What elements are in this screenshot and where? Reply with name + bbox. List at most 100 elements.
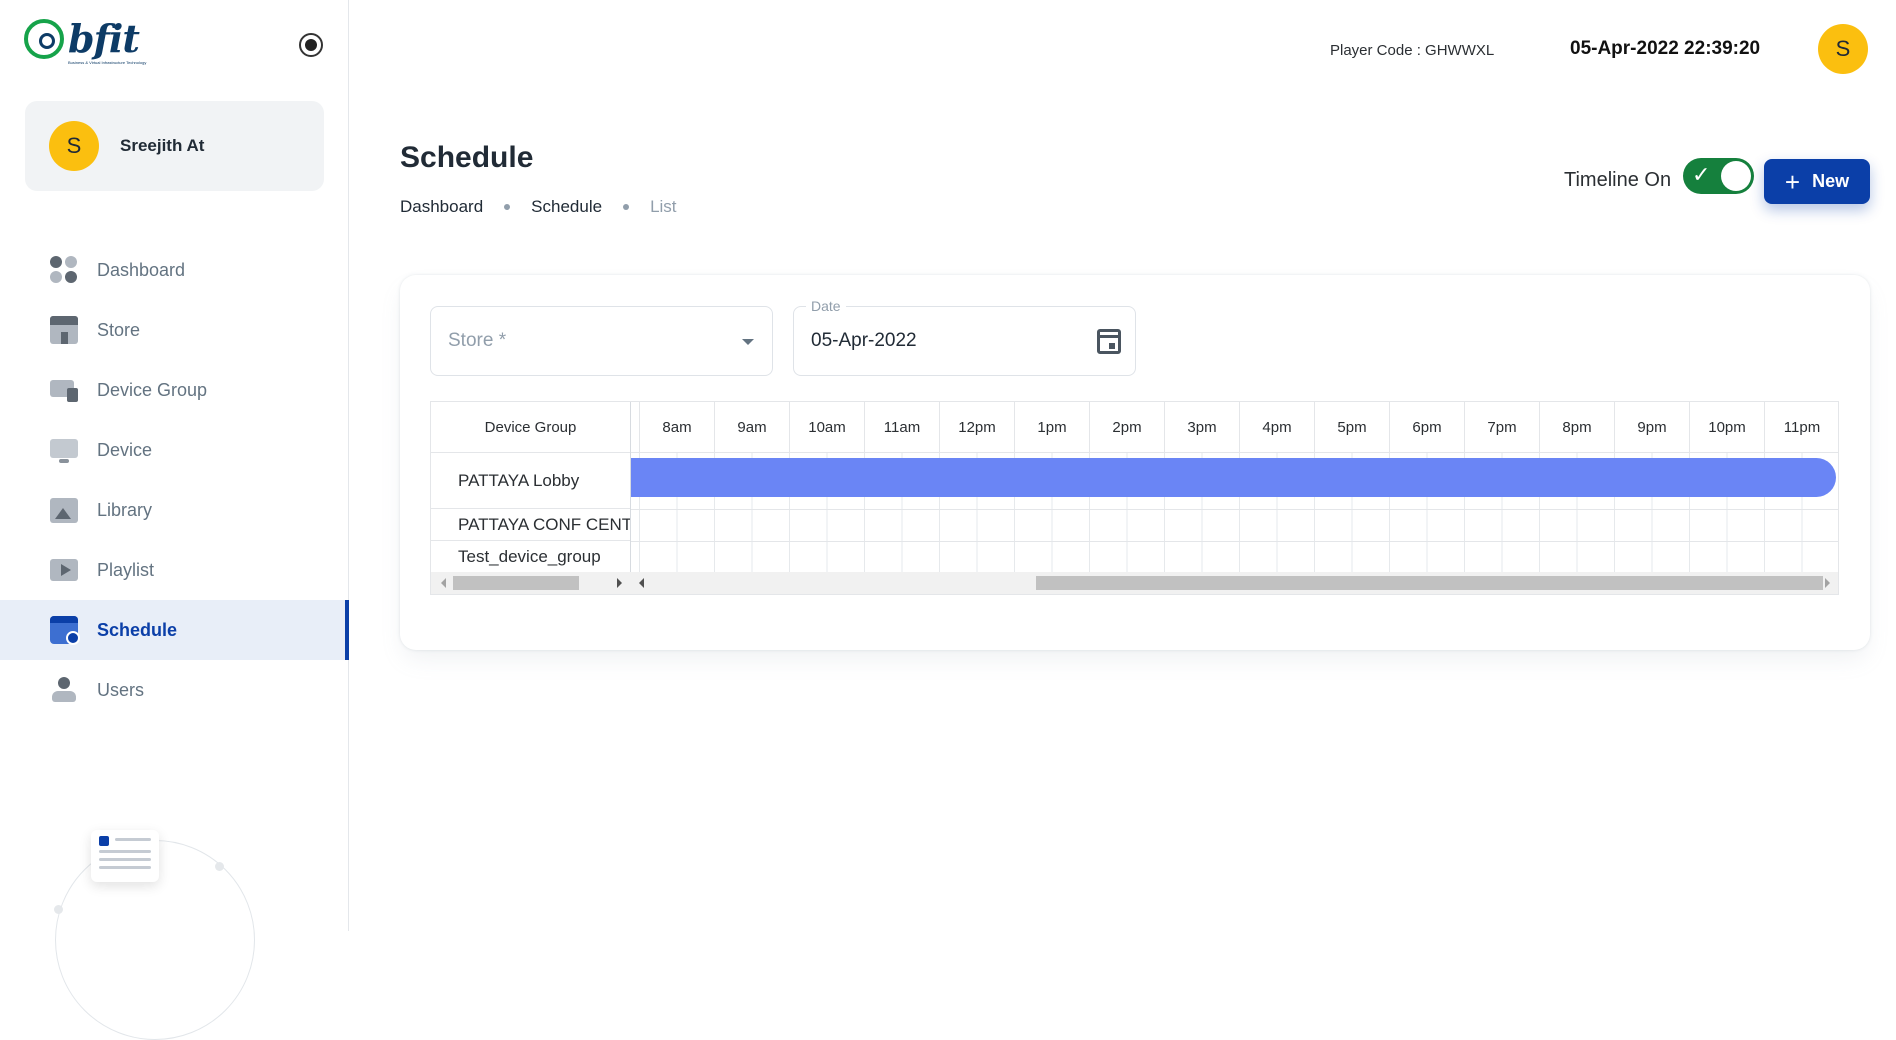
- hour-label: 7pm: [1464, 402, 1539, 452]
- group-column: Device Group PATTAYA Lobby PATTAYA CONF …: [431, 402, 631, 572]
- theme-toggle-icon[interactable]: [299, 33, 323, 57]
- sidebar-item-label: Schedule: [97, 619, 178, 640]
- sidebar-item-label: Playlist: [97, 559, 155, 580]
- illustration-line: [99, 850, 151, 853]
- playlist-icon: [50, 556, 78, 584]
- hour-label: 11pm: [1764, 402, 1838, 452]
- hour-label: 2pm: [1089, 402, 1164, 452]
- timeline-area: 8am 9am 10am 11am 12pm 1pm 2pm 3pm 4pm 5pm 6pm 7pm 8…: [631, 402, 1838, 572]
- sidebar-item-label: Library: [97, 499, 153, 520]
- hour-label: 10pm: [1689, 402, 1764, 452]
- logo-mark-icon: [24, 19, 64, 59]
- sidebar-nav: Dashboard Store Device Group Device Libr…: [0, 240, 349, 720]
- timeline-rows: [631, 453, 1838, 572]
- store-select[interactable]: Store *: [430, 306, 773, 376]
- hour-label: 6pm: [1389, 402, 1464, 452]
- sidebar-item-device[interactable]: Device: [0, 420, 349, 480]
- date-field-value: 05-Apr-2022: [811, 330, 917, 351]
- scroll-right-icon[interactable]: [1825, 578, 1830, 588]
- toggle-knob: [1721, 161, 1751, 191]
- plus-icon: +: [1784, 166, 1801, 197]
- sidebar-item-label: Device: [97, 439, 153, 460]
- store-icon: [50, 316, 78, 344]
- hour-label: 9am: [714, 402, 789, 452]
- breadcrumb: Dashboard Schedule List: [400, 197, 677, 217]
- brand-logo[interactable]: bfit Business & Virtual Infrastructure T…: [24, 16, 146, 65]
- hour-label: 3pm: [1164, 402, 1239, 452]
- group-row[interactable]: PATTAYA Lobby: [431, 453, 630, 509]
- library-icon: [50, 496, 78, 524]
- sidebar-item-dashboard[interactable]: Dashboard: [0, 240, 349, 300]
- group-row[interactable]: Test_device_group: [431, 541, 630, 572]
- sidebar-item-label: Users: [97, 679, 145, 700]
- hour-label: 10am: [789, 402, 864, 452]
- sidebar-item-device-group[interactable]: Device Group: [0, 360, 349, 420]
- new-button-label: New: [1812, 171, 1850, 191]
- hour-label: 9pm: [1614, 402, 1689, 452]
- hour-label: 8pm: [1539, 402, 1614, 452]
- schedule-icon: [50, 616, 80, 645]
- hour-label: 4pm: [1239, 402, 1314, 452]
- sidebar-item-store[interactable]: Store: [0, 300, 349, 360]
- user-name: Sreejith At: [120, 136, 205, 155]
- schedule-card: Store * Date 05-Apr-2022 Device Group PA…: [400, 275, 1870, 650]
- scroll-left-icon[interactable]: [639, 578, 644, 588]
- hour-header: 8am 9am 10am 11am 12pm 1pm 2pm 3pm 4pm 5pm 6pm 7pm 8…: [631, 402, 1838, 453]
- date-field[interactable]: Date 05-Apr-2022: [793, 298, 1136, 376]
- sidebar: bfit Business & Virtual Infrastructure T…: [0, 0, 349, 1040]
- sidebar-item-playlist[interactable]: Playlist: [0, 540, 349, 600]
- illustration-dot: [54, 905, 63, 914]
- sidebar-item-schedule[interactable]: Schedule: [0, 600, 349, 660]
- illustration-line: [115, 838, 151, 841]
- row-divider: [631, 509, 1838, 510]
- brand-name: bfit: [68, 16, 140, 61]
- brand-tagline: Business & Virtual Infrastructure Techno…: [68, 60, 147, 65]
- scroll-left-icon[interactable]: [441, 578, 446, 588]
- breadcrumb-list: List: [650, 197, 677, 216]
- sidebar-item-label: Dashboard: [97, 259, 186, 280]
- group-column-header: Device Group: [431, 402, 630, 453]
- check-icon: ✓: [1692, 162, 1711, 187]
- hour-label: 1pm: [1014, 402, 1089, 452]
- avatar: S: [49, 121, 99, 171]
- sidebar-item-label: Device Group: [97, 379, 208, 400]
- timeline-toggle[interactable]: ✓: [1683, 158, 1754, 194]
- hour-label: 11am: [864, 402, 939, 452]
- user-card[interactable]: S Sreejith At: [25, 101, 324, 191]
- store-select-placeholder: Store *: [448, 330, 507, 351]
- scroll-right-icon[interactable]: [617, 578, 622, 588]
- calendar-icon[interactable]: [1097, 329, 1121, 354]
- dashboard-icon: [50, 256, 78, 284]
- timeline-grid: Device Group PATTAYA Lobby PATTAYA CONF …: [430, 401, 1839, 595]
- breadcrumb-dashboard[interactable]: Dashboard: [400, 197, 483, 217]
- new-schedule-button[interactable]: + New: [1764, 159, 1870, 204]
- group-scrollbar[interactable]: [431, 572, 631, 594]
- illustration-dot: [215, 862, 224, 871]
- illustration-line: [99, 866, 151, 869]
- device-group-icon: [50, 376, 78, 404]
- date-field-label: Date: [806, 298, 846, 314]
- hour-label: 5pm: [1314, 402, 1389, 452]
- illustration-line: [99, 858, 151, 861]
- breadcrumb-separator: [623, 204, 630, 210]
- current-datetime: 05-Apr-2022 22:39:20: [1570, 38, 1761, 59]
- timeline-scrollbar[interactable]: [631, 572, 1838, 594]
- scrollbars: [431, 572, 1838, 594]
- sidebar-item-library[interactable]: Library: [0, 480, 349, 540]
- schedule-event-bar[interactable]: [631, 458, 1836, 497]
- timeline-toggle-label: Timeline On: [1564, 169, 1672, 191]
- hour-label: 8am: [639, 402, 714, 452]
- group-row[interactable]: PATTAYA CONF CENTER: [431, 509, 630, 541]
- scrollbar-thumb[interactable]: [1036, 576, 1823, 590]
- breadcrumb-separator: [504, 204, 511, 210]
- scrollbar-thumb[interactable]: [453, 576, 579, 590]
- illustration-square: [99, 836, 109, 846]
- device-icon: [50, 436, 78, 464]
- breadcrumb-schedule[interactable]: Schedule: [531, 197, 602, 217]
- sidebar-illustration: [40, 820, 280, 1040]
- row-divider: [631, 541, 1838, 542]
- users-icon: [50, 676, 78, 704]
- sidebar-item-users[interactable]: Users: [0, 660, 349, 720]
- sidebar-item-label: Store: [97, 319, 141, 340]
- account-avatar[interactable]: S: [1818, 24, 1868, 74]
